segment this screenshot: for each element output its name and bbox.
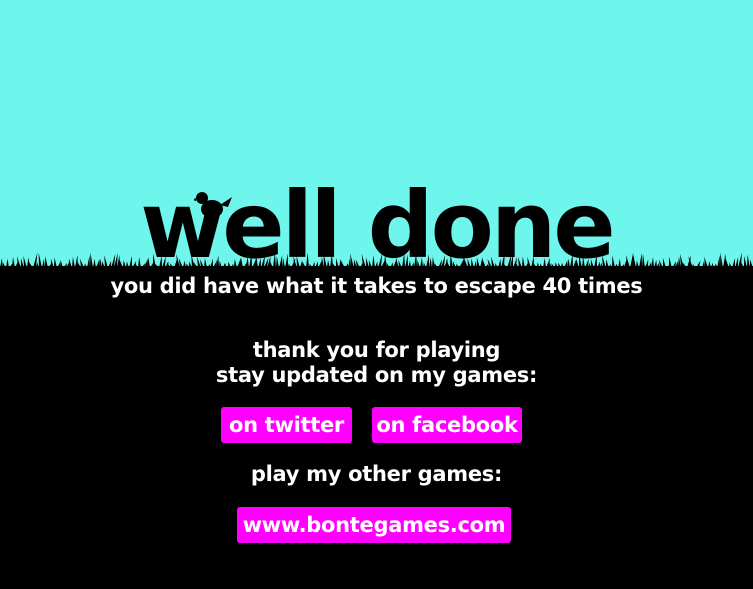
twitter-button[interactable]: on twitter — [221, 407, 352, 443]
facebook-button-label: on facebook — [376, 413, 518, 437]
thanks-text: thank you for playing — [252, 338, 501, 362]
well-done-title: well done — [140, 172, 615, 279]
escape-summary-suffix: times — [578, 274, 643, 298]
escape-count: 40 — [542, 274, 572, 298]
game-scene: well done you did have what it takes to … — [0, 0, 753, 589]
twitter-button-label: on twitter — [228, 413, 344, 437]
escape-summary-prefix: you did have what it takes to escape — [110, 274, 536, 298]
facebook-button[interactable]: on facebook — [372, 407, 522, 443]
stay-updated-text: stay updated on my games: — [215, 363, 538, 387]
play-other-games-text: play my other games: — [250, 462, 503, 486]
website-link-button[interactable]: www.bontegames.com — [237, 507, 511, 543]
bird-icon — [192, 189, 234, 225]
website-link-label: www.bontegames.com — [242, 513, 506, 537]
escape-summary: you did have what it takes to escape 40 … — [0, 274, 753, 298]
